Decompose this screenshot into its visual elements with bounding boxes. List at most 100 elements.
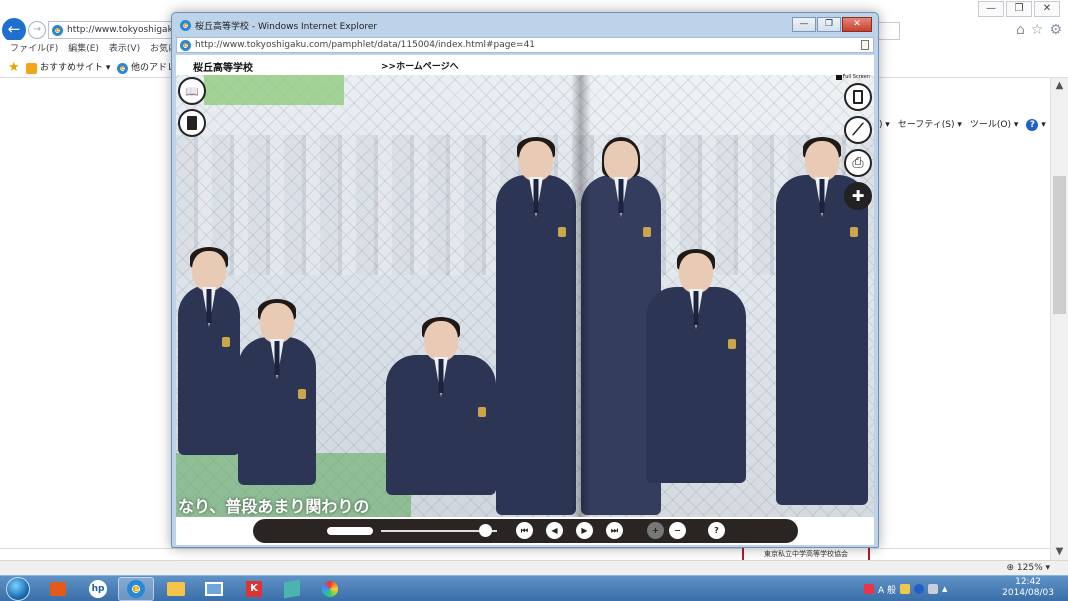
single-page-button[interactable] [178, 109, 206, 137]
page-slider-thumb[interactable] [478, 524, 492, 537]
taskbar-app-k[interactable]: K [236, 577, 272, 601]
tray-ime-icon[interactable] [864, 584, 874, 594]
last-page-button[interactable]: ⏭ [606, 522, 623, 539]
open-book-button[interactable]: 📖 [178, 77, 206, 105]
home-icon[interactable]: ⌂ [1016, 22, 1025, 38]
command-tools[interactable]: ツール(O) ▾ [970, 117, 1019, 134]
print-icon: ⎙ [852, 155, 864, 171]
pen-icon: ⟋ [852, 120, 864, 139]
new-tab-button[interactable] [878, 22, 900, 40]
tray-app-icon[interactable] [900, 584, 911, 594]
student-figure [386, 317, 496, 495]
book-gutter [571, 75, 591, 517]
page-icon[interactable] [861, 40, 869, 50]
scrollbar-thumb[interactable] [1053, 176, 1066, 314]
tray-network-icon[interactable] [928, 584, 939, 594]
print-button[interactable]: ⎙ [844, 149, 872, 177]
favorites-star[interactable]: ★ [8, 60, 20, 76]
zoom-in-button[interactable]: + [647, 522, 664, 539]
association-banner[interactable]: 東京私立中学高等学校協会 [742, 548, 870, 560]
pamphlet-viewer: 桜丘高等学校 >>ホームページへ なり、普段あまり関わりの Full Scree… [176, 55, 874, 545]
menu-edit[interactable]: 編集(E) [68, 40, 99, 58]
scroll-down-icon[interactable]: ▼ [1051, 544, 1068, 560]
taskbar-app-photos[interactable] [196, 577, 232, 601]
first-page-button[interactable]: ⏮ [516, 522, 533, 539]
popup-close-button[interactable]: ✕ [842, 17, 872, 32]
last-page-icon: ⏭ [610, 526, 619, 535]
taskbar-app-paint[interactable] [312, 577, 348, 601]
background-address-text: http://www.tokyoshigaku [67, 25, 176, 35]
ime-mode-label[interactable]: A 般 [878, 583, 896, 596]
student-figure [776, 137, 868, 505]
tray-expand-icon[interactable]: ▲ [942, 585, 947, 593]
taskbar-app-hp[interactable]: hp [80, 577, 116, 601]
ie-icon: e [180, 40, 191, 51]
favorite-recommended-label: おすすめサイト ▾ [40, 63, 111, 73]
ie-icon: e [127, 580, 145, 598]
vertical-scrollbar[interactable]: ▲ ▼ [1050, 78, 1068, 560]
ie-icon: e [117, 62, 128, 74]
school-name: 桜丘高等学校 [193, 63, 253, 74]
popup-address-text: http://www.tokyoshigaku.com/pamphlet/dat… [195, 40, 536, 50]
restore-button[interactable]: ❐ [1006, 1, 1032, 17]
clock-time: 12:42 [1015, 577, 1042, 587]
status-bar: ⊕ 125% ▾ [0, 560, 1068, 575]
zoom-level[interactable]: ⊕ 125% ▾ [1006, 562, 1050, 575]
fullscreen-button[interactable]: Full Screen [835, 74, 870, 80]
menu-file[interactable]: ファイル(F) [10, 40, 58, 58]
single-page-icon [187, 116, 197, 130]
minimize-button[interactable]: — [978, 1, 1004, 17]
forward-arrow-icon[interactable]: → [28, 21, 46, 39]
zoom-level-text: 125% ▾ [1016, 563, 1050, 573]
hp-icon: hp [89, 580, 107, 598]
ie-icon: e [180, 20, 191, 31]
background-address-bar[interactable]: e http://www.tokyoshigaku [48, 21, 176, 39]
star-icon: ★ [8, 60, 20, 75]
zoom-in-side-button[interactable]: ✚ [844, 182, 872, 210]
next-page-button[interactable]: ▶ [576, 522, 593, 539]
star-icon[interactable]: ☆ [1031, 22, 1044, 38]
menu-view[interactable]: 表示(V) [109, 40, 140, 58]
student-figure [496, 137, 576, 515]
favorite-recommended[interactable]: おすすめサイト ▾ [26, 60, 110, 76]
pen-tool-button[interactable]: ⟋ [844, 116, 872, 144]
student-figure [646, 249, 746, 483]
folder-icon [167, 582, 185, 596]
page-view-button[interactable] [844, 83, 872, 111]
help-button[interactable]: ? [708, 522, 725, 539]
taskbar-app-explorer[interactable] [158, 577, 194, 601]
page-icon [853, 90, 863, 104]
paint-icon [322, 581, 338, 597]
favorite-other-label: 他のアドレ [131, 63, 177, 73]
start-button[interactable] [6, 577, 30, 601]
popup-address-bar[interactable]: e http://www.tokyoshigaku.com/pamphlet/d… [176, 37, 874, 53]
command-safety[interactable]: セーフティ(S) ▾ [898, 117, 962, 134]
first-page-icon: ⏮ [520, 526, 529, 535]
windows-taskbar: hp e K A 般 ▲ 12:42 2014/08/03 [0, 575, 1068, 601]
taskbar-app-book[interactable] [274, 577, 310, 601]
help-icon[interactable]: ? ▾ [1026, 117, 1046, 134]
next-page-icon: ▶ [581, 526, 588, 535]
favorite-other[interactable]: e 他のアドレ [117, 60, 176, 76]
popup-restore-button[interactable]: ❐ [817, 17, 841, 32]
recommended-icon [26, 62, 37, 74]
page-thumbnail-pill[interactable] [327, 527, 373, 535]
scroll-up-icon[interactable]: ▲ [1051, 78, 1068, 94]
taskbar-app-ie[interactable]: e [118, 577, 154, 601]
tray-help-icon[interactable] [914, 584, 925, 594]
taskbar-app-office[interactable] [40, 577, 76, 601]
prev-page-button[interactable]: ◀ [546, 522, 563, 539]
office-icon [50, 582, 66, 596]
homepage-link[interactable]: >>ホームページへ [381, 59, 459, 72]
close-button[interactable]: ✕ [1034, 1, 1060, 17]
zoom-in-icon: ✚ [851, 187, 865, 205]
popup-minimize-button[interactable]: — [792, 17, 816, 32]
zoom-out-button[interactable]: − [669, 522, 686, 539]
background-window-controls: — ❐ ✕ [978, 1, 1060, 17]
command-bar: (P) ▾ セーフティ(S) ▾ ツール(O) ▾ ? ▾ [870, 117, 1046, 134]
popup-title-text: 桜丘高等学校 - Windows Internet Explorer [195, 22, 378, 32]
viewer-header: 桜丘高等学校 >>ホームページへ [176, 55, 874, 75]
gear-icon[interactable]: ⚙ [1049, 22, 1062, 38]
back-arrow-icon[interactable]: ← [2, 18, 26, 42]
taskbar-clock[interactable]: 12:42 2014/08/03 [1002, 577, 1054, 599]
